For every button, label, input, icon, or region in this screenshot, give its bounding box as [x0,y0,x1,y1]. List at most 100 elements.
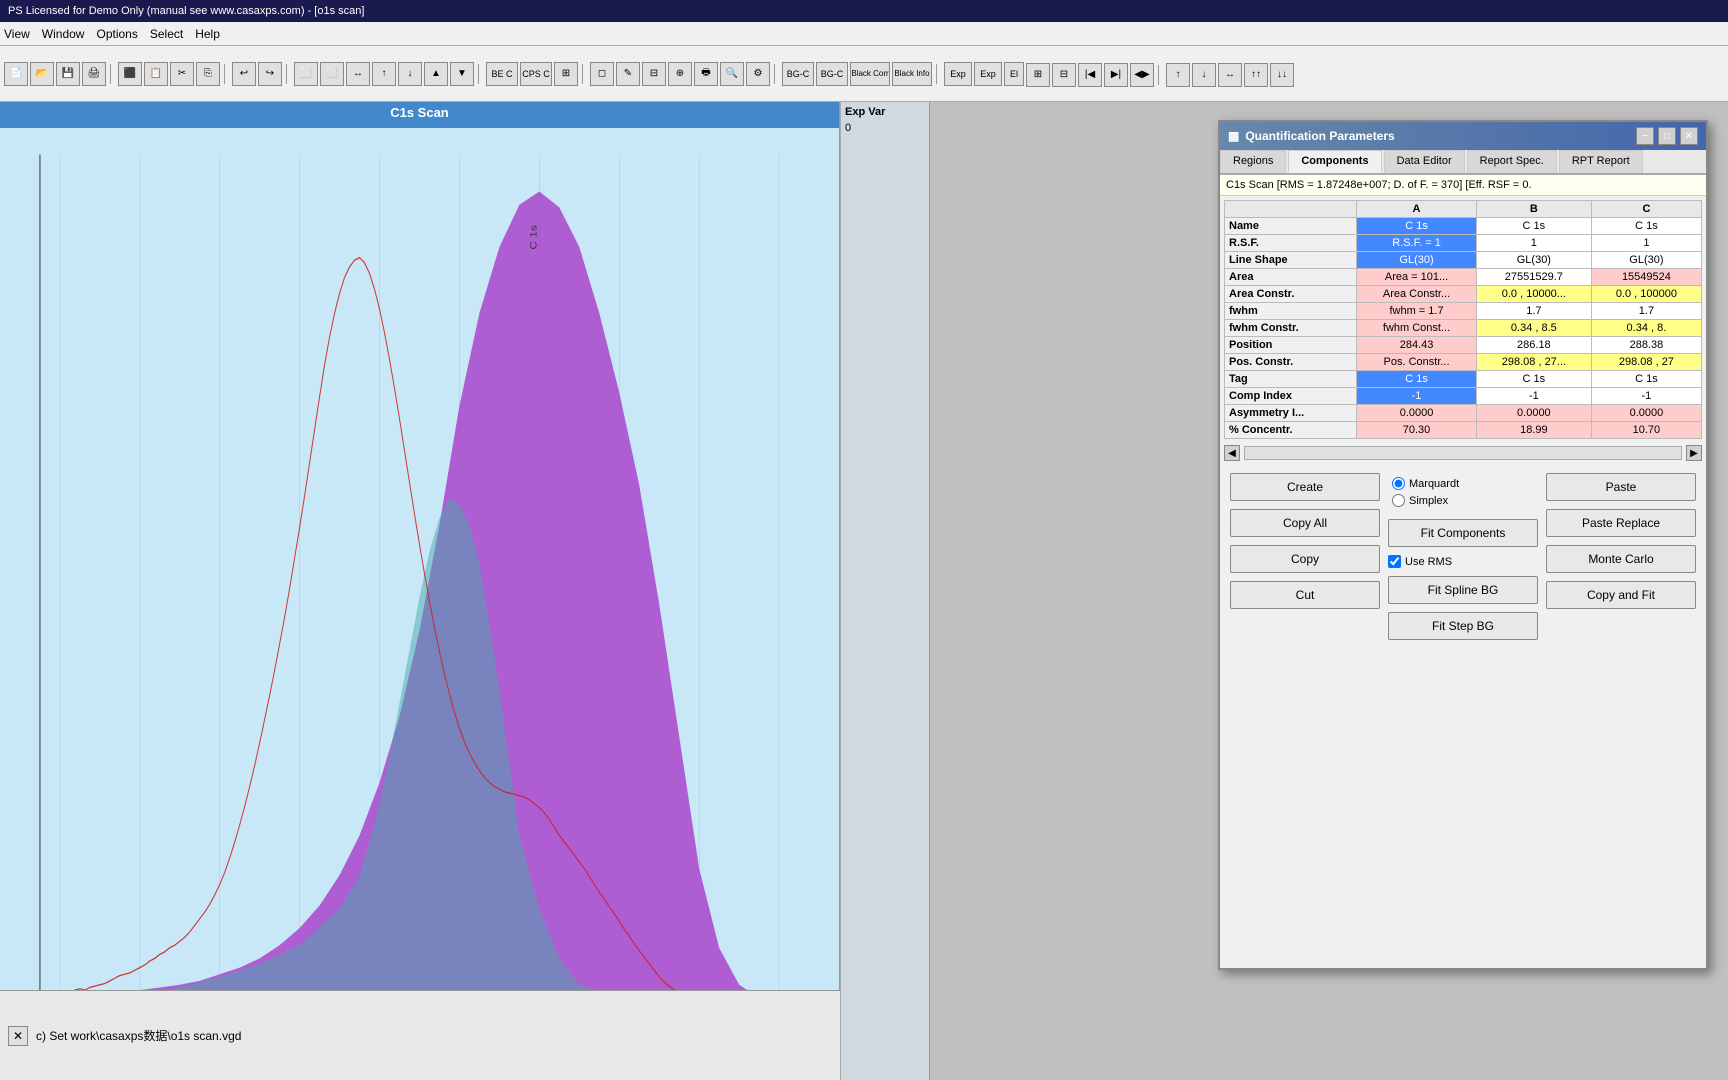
close-button[interactable]: ✕ [1680,127,1698,145]
paste-replace-button[interactable]: Paste Replace [1546,509,1696,537]
table-row[interactable]: TagC 1sC 1sC 1s [1225,371,1702,388]
toolbar-btn-4[interactable]: 🖨 [82,62,106,86]
cell-b[interactable]: 27551529.7 [1476,269,1591,286]
toolbar-btn-2[interactable]: 📂 [30,62,54,86]
toolbar-btn-14[interactable]: ↑ [372,62,396,86]
cell-c[interactable]: 0.0000 [1591,405,1701,422]
col-header-a[interactable]: A [1357,201,1477,218]
toolbar-btn-22[interactable]: ⊕ [668,62,692,86]
marquardt-radio[interactable] [1392,477,1405,490]
tab-data-editor[interactable]: Data Editor [1384,150,1465,173]
simplex-option[interactable]: Simplex [1392,494,1448,507]
cell-c[interactable]: 0.0 , 100000 [1591,286,1701,303]
toolbar-btn-16[interactable]: ▲ [424,62,448,86]
fit-step-bg-button[interactable]: Fit Step BG [1388,612,1538,640]
cell-a[interactable]: C 1s [1357,371,1477,388]
toolbar-btn-r8[interactable]: ↔ [1218,63,1242,87]
cell-a[interactable]: R.S.F. = 1 [1357,235,1477,252]
toolbar-btn-18[interactable]: ⊞ [554,62,578,86]
cut-button[interactable]: Cut [1230,581,1380,609]
toolbar-btn-20[interactable]: ✎ [616,62,640,86]
toolbar-btn-r10[interactable]: ↓↓ [1270,63,1294,87]
cell-a[interactable]: 284.43 [1357,337,1477,354]
table-row[interactable]: Asymmetry I...0.00000.00000.0000 [1225,405,1702,422]
cell-b[interactable]: GL(30) [1476,252,1591,269]
create-button[interactable]: Create [1230,473,1380,501]
toolbar-btn-r6[interactable]: ↑ [1166,63,1190,87]
tab-report-spec[interactable]: Report Spec. [1467,150,1557,173]
spectrum-area[interactable]: 10⁶ [0,128,839,1080]
fit-components-button[interactable]: Fit Components [1388,519,1538,547]
toolbar-btn-11[interactable]: ⬜ [294,62,318,86]
cell-b[interactable]: 286.18 [1476,337,1591,354]
cell-a[interactable]: GL(30) [1357,252,1477,269]
table-row[interactable]: Line ShapeGL(30)GL(30)GL(30) [1225,252,1702,269]
toolbar-btn-black-info[interactable]: Black Info [892,62,932,86]
toolbar-btn-1[interactable]: 📄 [4,62,28,86]
cell-b[interactable]: 0.0 , 10000... [1476,286,1591,303]
cell-a[interactable]: Pos. Constr... [1357,354,1477,371]
cell-c[interactable]: 15549524 [1591,269,1701,286]
cell-b[interactable]: 1 [1476,235,1591,252]
table-row[interactable]: fwhm Constr.fwhm Const...0.34 , 8.50.34 … [1225,320,1702,337]
cell-a[interactable]: fwhm Const... [1357,320,1477,337]
col-header-c[interactable]: C [1591,201,1701,218]
scroll-right[interactable]: ▶ [1686,445,1702,461]
use-rms-checkbox[interactable] [1388,555,1401,568]
bottom-close[interactable]: ✕ [8,1026,28,1046]
toolbar-btn-r2[interactable]: ⊟ [1052,63,1076,87]
toolbar-btn-19[interactable]: ◻ [590,62,614,86]
cell-b[interactable]: -1 [1476,388,1591,405]
toolbar-btn-25[interactable]: ⚙ [746,62,770,86]
copy-all-button[interactable]: Copy All [1230,509,1380,537]
cell-b[interactable]: 0.34 , 8.5 [1476,320,1591,337]
cell-b[interactable]: C 1s [1476,371,1591,388]
paste-button[interactable]: Paste [1546,473,1696,501]
menu-select[interactable]: Select [150,27,183,41]
toolbar-btn-17[interactable]: ▼ [450,62,474,86]
toolbar-btn-cps[interactable]: CPS C [520,62,552,86]
table-row[interactable]: Position284.43286.18288.38 [1225,337,1702,354]
cell-b[interactable]: 18.99 [1476,422,1591,439]
cell-a[interactable]: Area Constr... [1357,286,1477,303]
cell-c[interactable]: GL(30) [1591,252,1701,269]
cell-c[interactable]: 1 [1591,235,1701,252]
toolbar-btn-black-corr[interactable]: Black Corr [850,62,890,86]
toolbar-btn-6[interactable]: 📋 [144,62,168,86]
monte-carlo-button[interactable]: Monte Carlo [1546,545,1696,573]
cell-c[interactable]: 288.38 [1591,337,1701,354]
cell-a[interactable]: fwhm = 1.7 [1357,303,1477,320]
toolbar-btn-exp[interactable]: Exp [944,62,972,86]
cell-b[interactable]: 0.0000 [1476,405,1591,422]
toolbar-btn-r4[interactable]: ▶| [1104,63,1128,87]
toolbar-btn-26[interactable]: BG-C [782,62,814,86]
menu-help[interactable]: Help [195,27,220,41]
minimize-button[interactable]: − [1636,127,1654,145]
tab-regions[interactable]: Regions [1220,150,1286,173]
cell-c[interactable]: C 1s [1591,371,1701,388]
simplex-radio[interactable] [1392,494,1405,507]
cell-a[interactable]: 0.0000 [1357,405,1477,422]
menu-window[interactable]: Window [42,27,85,41]
tab-components[interactable]: Components [1288,150,1381,173]
toolbar-btn-r3[interactable]: |◀ [1078,63,1102,87]
cell-c[interactable]: 0.34 , 8. [1591,320,1701,337]
cell-c[interactable]: C 1s [1591,218,1701,235]
table-row[interactable]: fwhmfwhm = 1.71.71.7 [1225,303,1702,320]
cell-a[interactable]: 70.30 [1357,422,1477,439]
menu-view[interactable]: View [4,27,30,41]
toolbar-btn-23[interactable]: 🖶 [694,62,718,86]
toolbar-btn-10[interactable]: ↪ [258,62,282,86]
toolbar-btn-5[interactable]: ⬛ [118,62,142,86]
table-row[interactable]: % Concentr.70.3018.9910.70 [1225,422,1702,439]
toolbar-btn-24[interactable]: 🔍 [720,62,744,86]
table-row[interactable]: Comp Index-1-1-1 [1225,388,1702,405]
menu-options[interactable]: Options [96,27,137,41]
cell-c[interactable]: 10.70 [1591,422,1701,439]
toolbar-btn-r5[interactable]: ◀▶ [1130,63,1154,87]
toolbar-btn-r7[interactable]: ↓ [1192,63,1216,87]
toolbar-btn-r9[interactable]: ↑↑ [1244,63,1268,87]
toolbar-btn-15[interactable]: ↓ [398,62,422,86]
copy-button[interactable]: Copy [1230,545,1380,573]
cell-c[interactable]: 1.7 [1591,303,1701,320]
